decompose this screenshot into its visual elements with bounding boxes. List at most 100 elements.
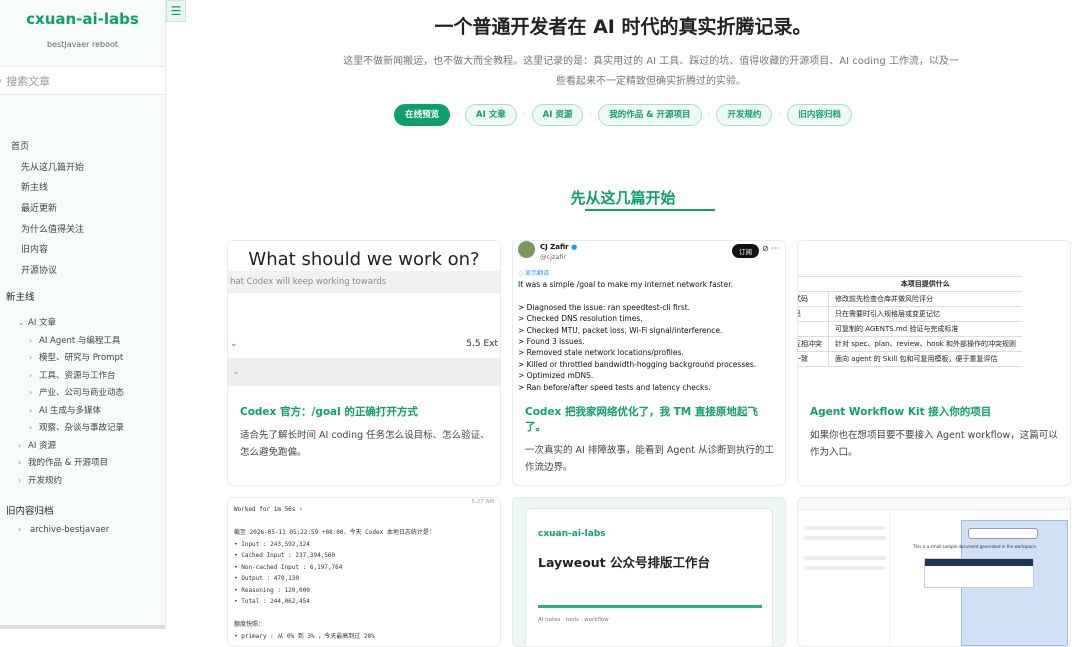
- chevron-right-icon: ›: [18, 440, 22, 450]
- thumb-heading: What should we work on?: [248, 249, 480, 270]
- tree-item[interactable]: ⌄ AI 文章: [0, 314, 165, 332]
- thumb-input: hat Codex will keep working towards: [228, 271, 500, 293]
- card-title[interactable]: Codex 把我家网络优化了，我 TM 直接原地起飞了。: [525, 405, 775, 435]
- card-thumbnail: CJ Zafir ● @cjzafir 订阅 ⊘ ··· ◌ 显示翻译 It w…: [513, 241, 785, 391]
- tweet-author: CJ Zafir ●: [540, 243, 577, 251]
- table-cell: 忌: [798, 306, 829, 322]
- article-card-workspace[interactable]: This is a small sample document generate…: [797, 497, 1071, 647]
- separator-dot: ·: [778, 110, 782, 120]
- pill-preview[interactable]: 在线预览: [394, 104, 451, 126]
- archive-title: 旧内容归档: [6, 506, 54, 517]
- nav-item-recent[interactable]: 最近更新: [0, 199, 165, 220]
- sidebar: cxuan-ai-labs bestJavaer reboot ⌕ 搜索文章 首…: [0, 0, 166, 629]
- tree-item-label: 开发规约: [28, 475, 63, 486]
- pill-archive[interactable]: 旧内容归档: [787, 104, 852, 126]
- nav-item-home[interactable]: 首页: [0, 137, 165, 158]
- tree-item[interactable]: › 观察、杂谈与事故记录: [0, 419, 165, 437]
- section-title: 先从这几篇开始: [570, 189, 676, 207]
- tree-item[interactable]: › 模型、研究与 Prompt: [0, 349, 165, 367]
- nav-item-start[interactable]: 先从这几篇开始: [0, 158, 165, 179]
- more-icon: ⊘ ···: [762, 244, 779, 253]
- nav-item-mainline[interactable]: 新主线: [0, 178, 165, 199]
- tree-item[interactable]: › AI 生成与多媒体: [0, 402, 165, 420]
- separator-dot: ·: [522, 110, 526, 120]
- tweet-text: It was a simple /goal to make my interne…: [518, 280, 757, 391]
- card-description: 一次真实的 AI 排障故事，能看到 Agent 从诊断到执行的工作流边界。: [525, 445, 774, 473]
- separator-dot: ·: [707, 110, 711, 120]
- tree-item[interactable]: › 我的作品 & 开源项目: [0, 454, 165, 472]
- pill-ai-resources[interactable]: AI 资源: [531, 104, 584, 126]
- chevron-right-icon: ›: [29, 370, 33, 380]
- chevron-right-icon: ›: [29, 423, 33, 432]
- tree-item-label: 我的作品 & 开源项目: [28, 458, 109, 468]
- quick-links: 在线预览 · AI 文章 · AI 资源 · 我的作品 & 开源项目 · 开发规…: [166, 104, 1080, 126]
- preview-footer: AI notes · tools · workflow: [538, 617, 609, 623]
- nav-group-title: 新主线: [6, 291, 35, 303]
- thumb-bottom-bar: ⌄: [228, 358, 500, 386]
- section-underline: [585, 209, 715, 211]
- tree-item-label: AI 生成与多媒体: [39, 405, 102, 416]
- nav-item-why[interactable]: 为什么值得关注: [0, 220, 165, 241]
- hero-description: 这里不做新闻搬运，也不做大而全教程。这里记录的是：真实用过的 AI 工具、踩过的…: [343, 56, 959, 87]
- tree-item[interactable]: › 开发规约: [0, 472, 165, 490]
- horizontal-scrollbar[interactable]: [0, 625, 165, 629]
- hero-title: 一个普通开发者在 AI 时代的真实折腾记录。: [434, 16, 812, 38]
- card-title[interactable]: Agent Workflow Kit 接入你的项目: [810, 405, 1060, 420]
- search-input[interactable]: ⌕ 搜索文章: [0, 66, 165, 95]
- article-card-network[interactable]: CJ Zafir ● @cjzafir 订阅 ⊘ ··· ◌ 显示翻译 It w…: [512, 240, 786, 486]
- separator-dot: ·: [456, 110, 460, 120]
- chat-line: [804, 566, 885, 570]
- table-row: 忌只在需要时引入规格层或变更记忆: [798, 306, 1023, 322]
- chevron-right-icon: ›: [18, 475, 22, 485]
- chevron-right-icon: ›: [18, 458, 22, 467]
- tree-item[interactable]: › AI 资源: [0, 437, 165, 455]
- article-card-workflow-kit[interactable]: 本项目提供什么 式码修改前先检查仓库并做风险评分 忌只在需要时引入规格层或变更记…: [797, 240, 1071, 486]
- chat-line: [804, 536, 885, 540]
- chevron-right-icon: ›: [29, 405, 33, 415]
- tree-item[interactable]: › 工具、资源与工作台: [0, 367, 165, 385]
- thumb-row-left: ⌄: [230, 339, 238, 349]
- table-cell: 互相冲突: [798, 336, 829, 352]
- pill-projects[interactable]: 我的作品 & 开源项目: [598, 104, 702, 126]
- layweout-preview: cxuan-ai-labs Layweout 公众号排版工作台 AI notes…: [525, 508, 773, 646]
- card-thumbnail: What should we work on? hat Codex will k…: [228, 241, 500, 391]
- table-row: 可复制的 AGENTS.md 验证与完成标准: [798, 321, 1023, 337]
- chevron-right-icon: ›: [29, 353, 33, 362]
- chat-sidebar: [800, 512, 890, 646]
- nav-item-old[interactable]: 旧内容: [0, 240, 165, 261]
- tree-item-label: 模型、研究与 Prompt: [39, 353, 124, 363]
- table-cell: 只在需要时引入规格层或变更记忆: [828, 306, 1023, 322]
- tree-item[interactable]: › 产业、公司与商业动态: [0, 384, 165, 402]
- table-cell: 修改前先检查仓库并做风险评分: [828, 291, 1023, 307]
- tree-item-label: AI Agent 与编程工具: [39, 335, 121, 346]
- tree-item-label: 观察、杂谈与事故记录: [39, 423, 125, 433]
- card-title[interactable]: Codex 官方：/goal 的正确打开方式: [240, 405, 490, 420]
- nav-item-license[interactable]: 开源协议: [0, 261, 165, 282]
- avatar: [518, 241, 535, 258]
- pill-ai-articles[interactable]: AI 文章: [465, 104, 517, 126]
- brand-title[interactable]: cxuan-ai-labs: [0, 10, 165, 28]
- main-content: 一个普通开发者在 AI 时代的真实折腾记录。 这里不做新闻搬运，也不做大而全教程…: [166, 0, 1080, 647]
- archive-item[interactable]: › archive-bestjavaer: [18, 525, 109, 535]
- window-toolbar: [798, 498, 1070, 510]
- article-card-layweout[interactable]: cxuan-ai-labs Layweout 公众号排版工作台 AI notes…: [512, 497, 786, 647]
- tree-item[interactable]: › AI Agent 与编程工具: [0, 332, 165, 350]
- floating-input: [968, 528, 1038, 539]
- article-card-goal[interactable]: What should we work on? hat Codex will k…: [227, 240, 501, 486]
- table-cell: [798, 321, 829, 337]
- tweet-author-name: CJ Zafir: [540, 243, 569, 251]
- table-cell: 一致: [798, 351, 829, 367]
- chevron-right-icon: ›: [29, 335, 33, 345]
- thumb-table: 本项目提供什么 式码修改前先检查仓库并做风险评分 忌只在需要时引入规格层或变更记…: [798, 276, 1023, 367]
- thumb-row-right: 5.5 Ext: [466, 339, 498, 349]
- preview-title: Layweout 公众号排版工作台: [538, 555, 711, 570]
- table-cell: 针对 spec、plan、review、hook 和外部操作的冲突规则: [828, 336, 1023, 352]
- pill-dev-rules[interactable]: 开发规约: [716, 104, 773, 126]
- tree-item-label: 产业、公司与商业动态: [39, 388, 125, 398]
- search-icon: ⌕: [0, 74, 2, 88]
- translate-link: ◌ 显示翻译: [518, 270, 550, 277]
- article-card-usage[interactable]: Worked for 1m 56s › 截至 2026-05-11 05:22:…: [227, 497, 501, 647]
- chevron-down-icon: ⌄: [18, 318, 25, 327]
- tree-item-label: AI 文章: [28, 318, 57, 328]
- chevron-right-icon: ›: [29, 388, 33, 397]
